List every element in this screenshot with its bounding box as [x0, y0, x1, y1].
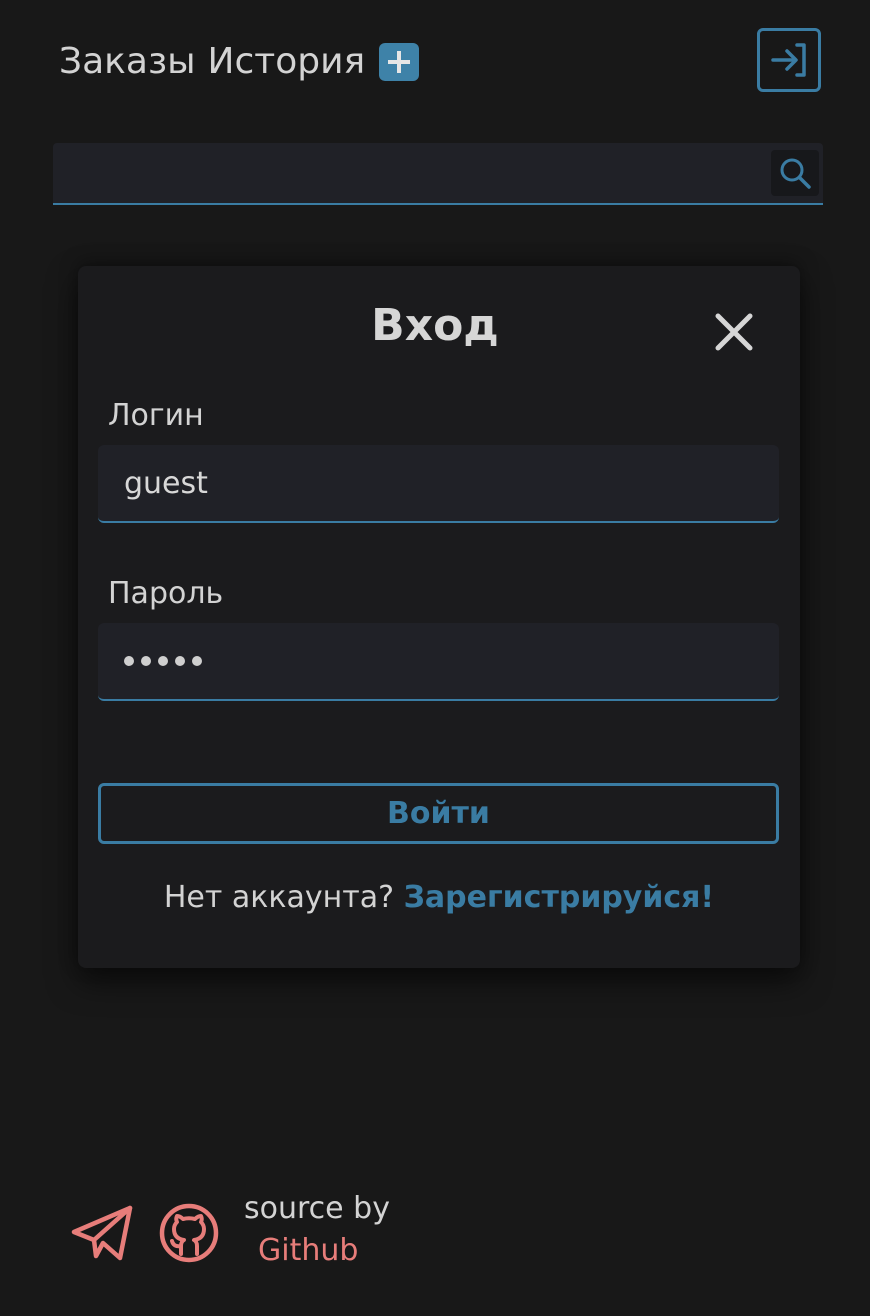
close-button[interactable] — [710, 308, 758, 356]
header-nav: Заказы История — [59, 38, 420, 86]
page: Заказы История Вход Логин guest Пароль В… — [0, 0, 870, 1316]
password-dot — [158, 656, 168, 666]
telegram-link[interactable] — [70, 1204, 134, 1266]
search-input[interactable] — [53, 143, 763, 203]
footer-source-text: source by — [244, 1191, 390, 1226]
login-label: Логин — [108, 398, 204, 433]
close-icon — [715, 313, 753, 351]
password-dot — [141, 656, 151, 666]
footer-github-link[interactable]: Github — [258, 1230, 358, 1272]
password-dot — [175, 656, 185, 666]
submit-button[interactable]: Войти — [98, 783, 779, 844]
login-field — [98, 445, 779, 523]
github-link[interactable] — [158, 1202, 220, 1268]
register-prompt: Нет аккаунта? — [163, 880, 395, 915]
password-dot — [124, 656, 134, 666]
password-dot — [192, 656, 202, 666]
search-bar — [53, 143, 823, 205]
login-icon — [771, 43, 806, 77]
telegram-icon — [71, 1205, 133, 1261]
add-order-button[interactable] — [379, 43, 420, 81]
nav-history[interactable]: История — [208, 38, 366, 86]
login-input[interactable] — [98, 445, 779, 521]
login-button[interactable] — [757, 28, 821, 92]
nav-orders[interactable]: Заказы — [59, 38, 196, 86]
login-modal — [78, 266, 800, 968]
password-field[interactable] — [98, 623, 779, 701]
register-link[interactable]: Зарегистрируйся! — [404, 880, 715, 915]
password-label: Пароль — [108, 576, 224, 611]
plus-icon — [388, 51, 411, 73]
search-icon — [780, 158, 811, 189]
password-mask — [124, 623, 202, 699]
github-icon — [159, 1203, 219, 1263]
search-button[interactable] — [771, 150, 819, 196]
register-line: Нет аккаунта? Зарегистрируйся! — [0, 876, 870, 920]
